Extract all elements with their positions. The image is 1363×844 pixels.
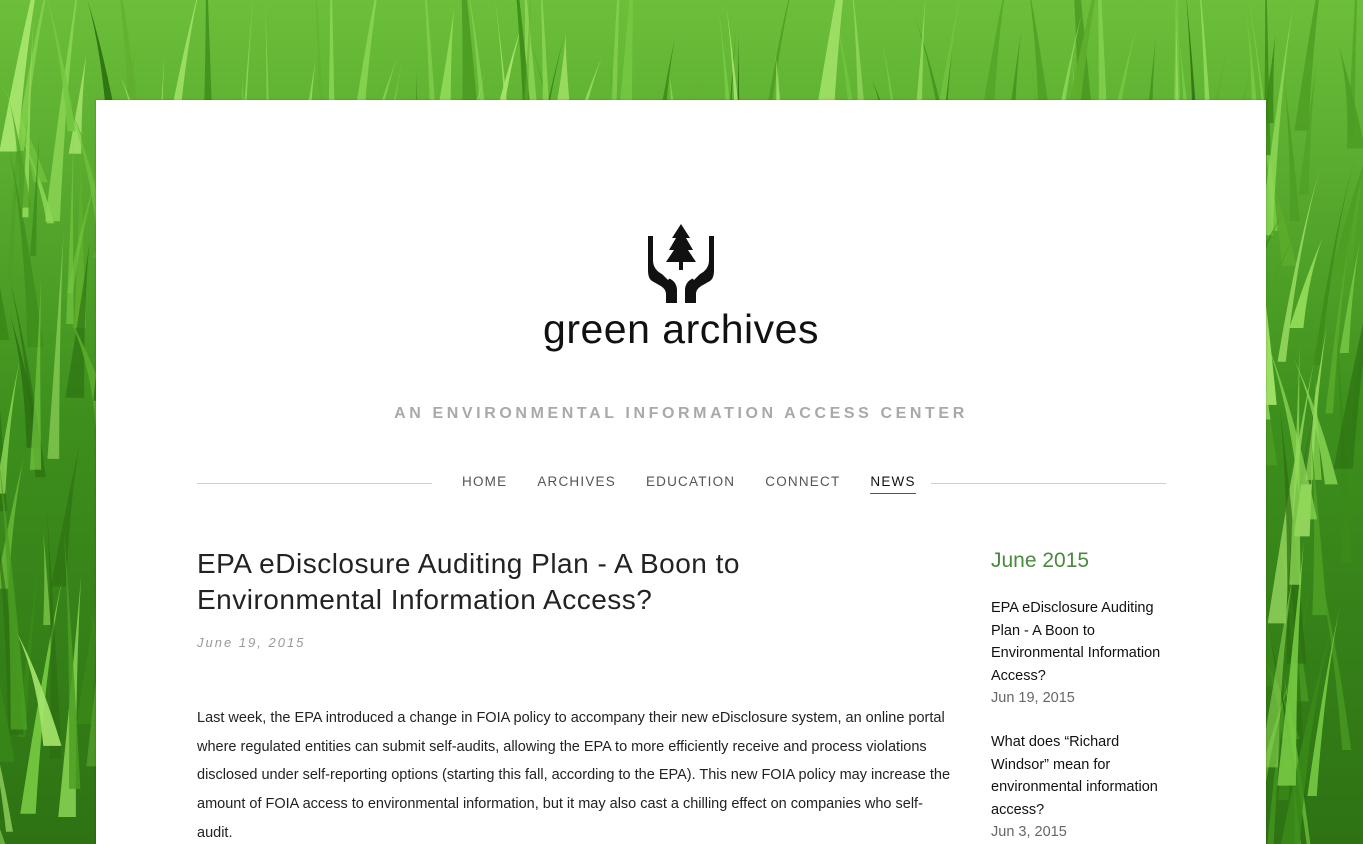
hands-holding-tree-icon xyxy=(648,224,714,303)
sidebar-post-item[interactable]: What does “Richard Windsor” mean for env… xyxy=(991,731,1161,843)
sidebar-archive: June 2015 EPA eDisclosure Auditing Plan … xyxy=(991,549,1161,844)
post-body: Last week, the EPA introduced a change i… xyxy=(197,710,951,841)
nav-items: HOME ARCHIVES EDUCATION CONNECT NEWS xyxy=(462,474,946,494)
sidebar-post-item[interactable]: EPA eDisclosure Auditing Plan - A Boon t… xyxy=(991,597,1161,709)
sidebar-post-title[interactable]: What does “Richard Windsor” mean for env… xyxy=(991,731,1161,821)
site-logo[interactable] xyxy=(96,224,1266,304)
nav-divider-left xyxy=(197,483,432,484)
post-date: June 19, 2015 xyxy=(197,635,306,650)
content-card: green archives AN ENVIRONMENTAL INFORMAT… xyxy=(96,100,1266,844)
sidebar-post-date: Jun 19, 2015 xyxy=(991,690,1075,706)
sidebar-month-heading: June 2015 xyxy=(991,549,1090,572)
sidebar-post-title[interactable]: EPA eDisclosure Auditing Plan - A Boon t… xyxy=(991,597,1161,687)
nav-item-education[interactable]: EDUCATION xyxy=(646,474,735,494)
nav-item-archives[interactable]: ARCHIVES xyxy=(537,474,616,494)
main-navigation: HOME ARCHIVES EDUCATION CONNECT NEWS xyxy=(197,474,1166,496)
nav-item-news[interactable]: NEWS xyxy=(870,474,916,494)
nav-item-home[interactable]: HOME xyxy=(462,474,507,494)
sidebar-post-date: Jun 3, 2015 xyxy=(991,824,1067,840)
post-title[interactable]: EPA eDisclosure Auditing Plan - A Boon t… xyxy=(197,546,917,618)
site-title[interactable]: green archives xyxy=(96,306,1266,353)
nav-divider-right xyxy=(931,483,1166,484)
site-tagline: AN ENVIRONMENTAL INFORMATION ACCESS CENT… xyxy=(394,405,968,422)
nav-item-connect[interactable]: CONNECT xyxy=(765,474,840,494)
